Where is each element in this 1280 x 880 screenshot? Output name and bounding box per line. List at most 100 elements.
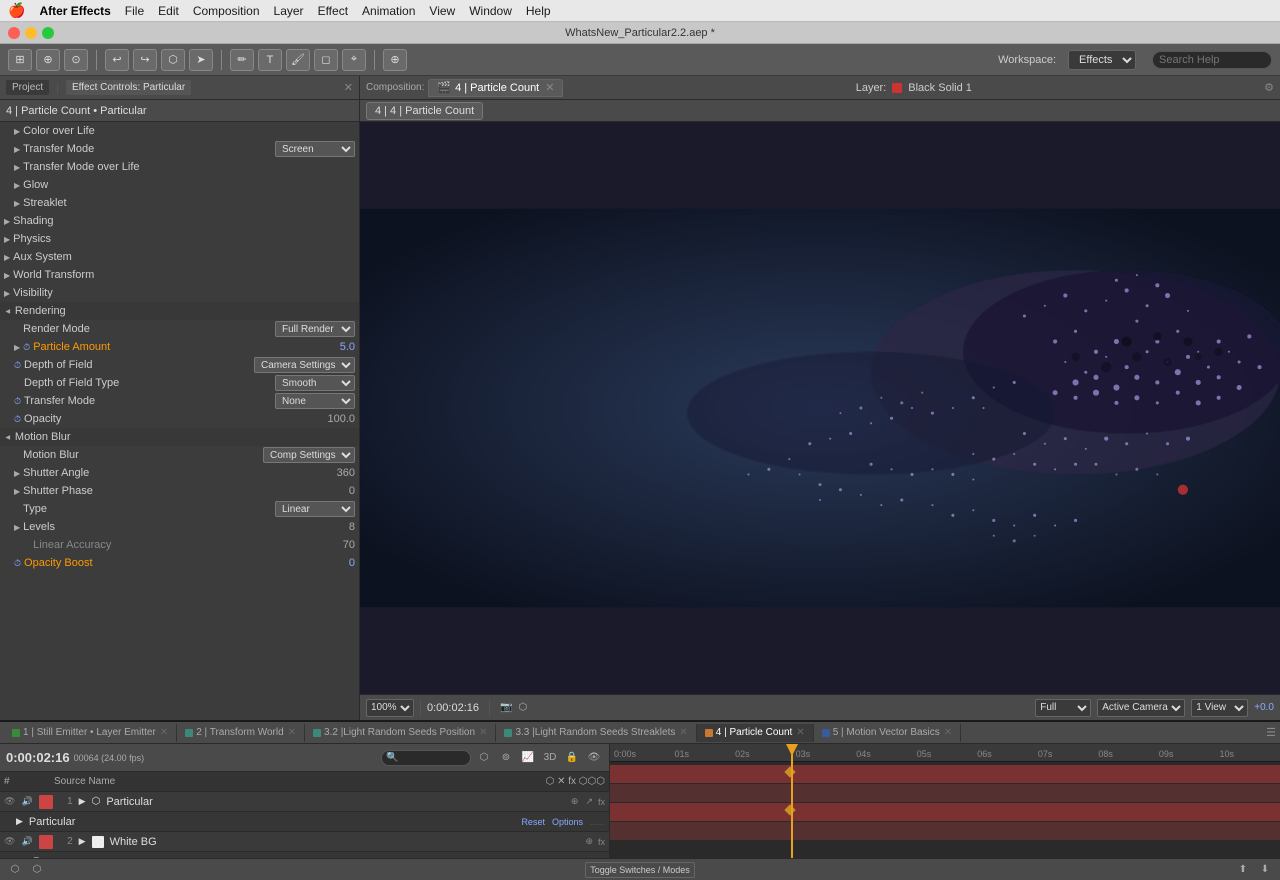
prop-linear-accuracy[interactable]: ▶ Linear Accuracy 70 bbox=[0, 536, 359, 554]
layer-markers-btn[interactable]: ⬡ bbox=[28, 861, 46, 879]
prop-glow[interactable]: ▶ Glow bbox=[0, 176, 359, 194]
toolbar-select-btn[interactable]: ➤ bbox=[189, 49, 213, 71]
prop-type[interactable]: ▶ Type Linear bbox=[0, 500, 359, 518]
menu-view[interactable]: View bbox=[429, 4, 455, 18]
menu-file[interactable]: File bbox=[125, 4, 144, 18]
timeline-ruler[interactable]: 0:00s 01s 02s 03s 04s 05s 06s 07s 08s 09… bbox=[610, 744, 1280, 762]
add-icon[interactable]: ⊕ bbox=[585, 836, 593, 847]
audio-icon[interactable]: 🔊 bbox=[21, 836, 32, 847]
expand-icon[interactable]: ▶ bbox=[79, 836, 86, 847]
toolbar-shape-btn[interactable]: ◻ bbox=[314, 49, 338, 71]
particle-tab-item[interactable]: 4 | 4 | Particle Count bbox=[366, 102, 483, 120]
expand-icon[interactable]: ▶ bbox=[79, 796, 86, 807]
more-btn[interactable]: ...... bbox=[590, 817, 605, 827]
toolbar-home-btn[interactable]: ⊞ bbox=[8, 49, 32, 71]
layer-sub-particular[interactable]: ▶ Particular Reset Options ...... bbox=[0, 812, 609, 832]
prop-aux-system[interactable]: ▶ Aux System bbox=[0, 248, 359, 266]
composition-view[interactable] bbox=[360, 122, 1280, 694]
prop-color-over-life[interactable]: ▶ Color over Life bbox=[0, 122, 359, 140]
options-btn[interactable]: Options bbox=[552, 817, 583, 827]
visibility-eye-icon[interactable]: 👁 bbox=[4, 796, 15, 807]
toolbar-brush-btn[interactable]: 🖌 bbox=[286, 49, 310, 71]
camera-icon[interactable]: 📷 bbox=[500, 702, 512, 713]
prop-transfer-mode-over-life[interactable]: ▶ Transfer Mode over Life bbox=[0, 158, 359, 176]
search-help-input[interactable] bbox=[1152, 51, 1272, 69]
timeline-tab-transform-world[interactable]: 2 | Transform World ✕ bbox=[177, 724, 305, 742]
comp-tab[interactable]: 🎬 4 | Particle Count ✕ bbox=[428, 79, 563, 97]
panel-close-icon[interactable]: ✕ bbox=[344, 81, 353, 94]
menu-help[interactable]: Help bbox=[526, 4, 551, 18]
prop-dof-type[interactable]: Depth of Field Type Smooth bbox=[0, 374, 359, 392]
prop-motion-blur[interactable]: ▶ Motion Blur Comp Settings bbox=[0, 446, 359, 464]
opacity-value[interactable]: 100.0 bbox=[327, 413, 355, 425]
timeline-tab-seeds-streaklets[interactable]: 3.3 |Light Random Seeds Streaklets ✕ bbox=[496, 724, 696, 742]
prop-physics[interactable]: ▶ Physics bbox=[0, 230, 359, 248]
toolbar-text-btn[interactable]: T bbox=[258, 49, 282, 71]
expand-btn[interactable]: ⬆ bbox=[1234, 861, 1252, 879]
prop-levels[interactable]: ▶ Levels 8 bbox=[0, 518, 359, 536]
toolbar-roto-btn[interactable]: ⌖ bbox=[342, 49, 366, 71]
prop-shutter-angle[interactable]: ▶ Shutter Angle 360 bbox=[0, 464, 359, 482]
track-1-particular[interactable] bbox=[610, 765, 1280, 783]
project-tab[interactable]: Project bbox=[6, 80, 49, 95]
prop-shutter-phase[interactable]: ▶ Shutter Phase 0 bbox=[0, 482, 359, 500]
tab-close-icon[interactable]: ✕ bbox=[288, 727, 296, 738]
prop-rendering[interactable]: ▼ Rendering bbox=[0, 302, 359, 320]
prop-motion-blur-section[interactable]: ▼ Motion Blur bbox=[0, 428, 359, 446]
add-icon[interactable]: ⊕ bbox=[571, 796, 579, 807]
prop-depth-of-field[interactable]: ⏱ Depth of Field Camera Settings bbox=[0, 356, 359, 374]
menu-layer[interactable]: Layer bbox=[274, 4, 304, 18]
sub-expand-icon[interactable]: ▶ bbox=[16, 816, 23, 827]
track-2-ramp[interactable] bbox=[610, 822, 1280, 840]
linear-accuracy-value[interactable]: 70 bbox=[343, 539, 355, 551]
minimize-button[interactable] bbox=[25, 27, 37, 39]
menu-edit[interactable]: Edit bbox=[158, 4, 179, 18]
views-select[interactable]: 1 View 2 Views bbox=[1191, 699, 1248, 717]
close-button[interactable] bbox=[8, 27, 20, 39]
3d-btn[interactable]: 3D bbox=[541, 749, 559, 767]
type-dropdown[interactable]: Linear bbox=[275, 501, 355, 517]
timeline-tab-still-emitter[interactable]: 1 | Still Emitter • Layer Emitter ✕ bbox=[4, 724, 177, 742]
prop-transfer-mode-2[interactable]: ⏱ Transfer Mode None bbox=[0, 392, 359, 410]
quality-select[interactable]: Full Half Third Quarter bbox=[1035, 699, 1091, 717]
motion-blur-dropdown[interactable]: Comp Settings bbox=[263, 447, 355, 463]
prop-transfer-mode[interactable]: ▶ Transfer Mode Screen bbox=[0, 140, 359, 158]
prop-render-mode[interactable]: ▶ Render Mode Full Render bbox=[0, 320, 359, 338]
shutter-angle-value[interactable]: 360 bbox=[337, 467, 355, 479]
visibility-eye-icon[interactable]: 👁 bbox=[4, 836, 15, 847]
stopwatch-icon[interactable]: ⏱ bbox=[14, 558, 21, 569]
camera-select[interactable]: Active Camera bbox=[1097, 699, 1185, 717]
menu-animation[interactable]: Animation bbox=[362, 4, 415, 18]
dof-dropdown[interactable]: Camera Settings bbox=[254, 357, 355, 373]
panel-options-icon[interactable]: ☰ bbox=[1266, 726, 1276, 739]
shutter-phase-value[interactable]: 0 bbox=[349, 485, 355, 497]
timeline-search-input[interactable] bbox=[381, 750, 471, 766]
toolbar-redo-btn[interactable]: ↪ bbox=[133, 49, 157, 71]
prop-visibility[interactable]: ▶ Visibility bbox=[0, 284, 359, 302]
particle-amount-value[interactable]: 5.0 bbox=[340, 341, 355, 353]
tab-close-icon[interactable]: ✕ bbox=[679, 727, 687, 738]
collapse-btn[interactable]: ⬇ bbox=[1256, 861, 1274, 879]
menu-composition[interactable]: Composition bbox=[193, 4, 260, 18]
hide-btn[interactable]: 👁 bbox=[585, 749, 603, 767]
opacity-boost-value[interactable]: 0 bbox=[349, 557, 355, 569]
prop-streaklet[interactable]: ▶ Streaklet bbox=[0, 194, 359, 212]
region-icon[interactable]: ⬡ bbox=[518, 702, 527, 713]
render-mode-dropdown[interactable]: Full Render bbox=[275, 321, 355, 337]
toolbar-circle-btn[interactable]: ⊙ bbox=[64, 49, 88, 71]
transfer-mode-dropdown[interactable]: Screen bbox=[275, 141, 355, 157]
settings-icon[interactable]: ⚙ bbox=[1264, 81, 1274, 94]
audio-icon[interactable]: 🔊 bbox=[21, 796, 32, 807]
layer-row-2[interactable]: 👁 🔊 2 ▶ White BG ⊕ fx bbox=[0, 832, 609, 852]
track-1-sub[interactable] bbox=[610, 784, 1280, 802]
toolbar-toggle-btn[interactable]: ⬡ bbox=[161, 49, 185, 71]
lock-btn[interactable]: 🔒 bbox=[563, 749, 581, 767]
prop-shading[interactable]: ▶ Shading bbox=[0, 212, 359, 230]
prop-opacity-boost[interactable]: ⏱ Opacity Boost 0 bbox=[0, 554, 359, 572]
menu-window[interactable]: Window bbox=[469, 4, 512, 18]
comp-markers-btn[interactable]: ⬡ bbox=[6, 861, 24, 879]
stopwatch-icon[interactable]: ⏱ bbox=[14, 396, 21, 407]
layer-row-1[interactable]: 👁 🔊 1 ▶ ⬡ Particular ⊕ ↗ fx bbox=[0, 792, 609, 812]
tab-close-icon[interactable]: ✕ bbox=[944, 727, 952, 738]
toolbar-zoom-btn[interactable]: ⊕ bbox=[36, 49, 60, 71]
